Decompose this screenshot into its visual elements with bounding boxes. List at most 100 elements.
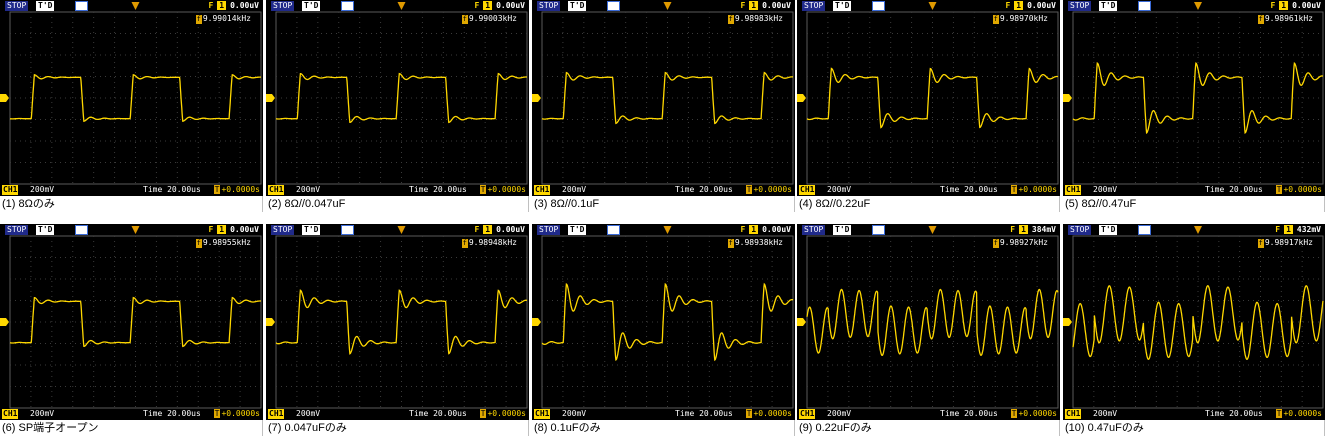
frequency-readout: f 9.98983kHz — [727, 14, 783, 24]
trigger-info: F 1 0.00uV — [740, 225, 791, 235]
panel-caption: (4) 8Ω//0.22uF — [797, 196, 1060, 212]
panel-caption: (9) 0.22uFのみ — [797, 420, 1060, 436]
frequency-icon: f — [195, 239, 202, 248]
ground-marker-icon — [0, 94, 9, 102]
time-offset-icon: T — [1275, 185, 1283, 194]
frequency-readout: f 9.99003kHz — [461, 14, 517, 24]
panel-caption: (5) 8Ω//0.47uF — [1063, 196, 1325, 212]
trigger-mode: T'D — [1099, 225, 1118, 235]
frequency-value: 9.99014kHz — [202, 14, 251, 23]
volts-per-div: 200mV — [30, 185, 55, 194]
trigger-info: F 1 0.00uV — [208, 1, 259, 11]
scope-screen: STOP T'D F 1 0.00uV f 9.98938kHz CH1 200mV Time 2… — [532, 224, 795, 420]
volts-per-div: 200mV — [1093, 409, 1118, 418]
scope-settings-bar: CH1 200mV Time 20.00us T +0.0000s — [797, 184, 1060, 196]
time-offset-icon: T — [745, 409, 753, 418]
scope-panel: STOP T'D F 1 0.00uV f 9.98955kHz CH1 200mV Time 2… — [0, 224, 263, 440]
frequency-icon: f — [461, 15, 468, 24]
trigger-edge-icon: F — [1005, 1, 1011, 10]
trigger-info: F 1 0.00uV — [1270, 1, 1321, 11]
scope-panel: STOP T'D F 1 0.00uV f 9.98970kHz CH1 200mV Time 2… — [797, 0, 1060, 216]
time-offset-icon: T — [479, 185, 487, 194]
time-offset-value: +0.0000s — [487, 185, 526, 194]
time-offset-value: +0.0000s — [1018, 185, 1057, 194]
ground-marker-icon — [797, 94, 806, 102]
time-offset-value: +0.0000s — [1283, 185, 1322, 194]
scope-status-bar: STOP T'D F 1 0.00uV — [797, 0, 1060, 12]
status-badge: STOP — [271, 225, 295, 235]
channel-label: CH1 — [268, 185, 285, 195]
trigger-info: F 1 384mV — [1010, 225, 1056, 235]
waveform-plot — [797, 226, 1059, 409]
frequency-icon: f — [195, 15, 202, 24]
trigger-level: 0.00uV — [496, 225, 525, 234]
panel-caption: (6) SP端子オープン — [0, 420, 263, 436]
frequency-readout: f 9.98970kHz — [992, 14, 1048, 24]
trigger-channel-icon: 1 — [483, 1, 493, 10]
frequency-icon: f — [727, 239, 734, 248]
trigger-edge-icon: F — [740, 1, 746, 10]
frequency-readout: f 9.98917kHz — [1257, 238, 1313, 248]
trigger-level: 0.00uV — [496, 1, 525, 10]
battery-icon — [872, 225, 885, 235]
time-offset: T +0.0000s — [745, 185, 792, 195]
time-per-div: Time 20.00us — [409, 185, 467, 194]
status-badge: STOP — [537, 225, 561, 235]
status-badge: STOP — [1068, 225, 1092, 235]
time-offset-value: +0.0000s — [221, 409, 260, 418]
scope-status-bar: STOP T'D F 1 0.00uV — [532, 0, 795, 12]
frequency-readout: f 9.98955kHz — [195, 238, 251, 248]
battery-icon — [872, 1, 885, 11]
time-per-div: Time 20.00us — [940, 185, 998, 194]
time-offset: T +0.0000s — [479, 409, 526, 419]
volts-per-div: 200mV — [827, 185, 852, 194]
time-offset-value: +0.0000s — [753, 185, 792, 194]
scope-screen: STOP T'D F 1 432mV f 9.98917kHz CH1 200mV Time 20… — [1063, 224, 1325, 420]
waveform-plot — [532, 2, 794, 185]
scope-panel: STOP T'D F 1 0.00uV f 9.98938kHz CH1 200mV Time 2… — [532, 224, 795, 440]
frequency-icon: f — [1257, 15, 1264, 24]
waveform-plot — [266, 2, 528, 185]
trigger-mode: T'D — [833, 1, 852, 11]
scope-settings-bar: CH1 200mV Time 20.00us T +0.0000s — [266, 408, 529, 420]
scope-settings-bar: CH1 200mV Time 20.00us T +0.0000s — [0, 408, 263, 420]
channel-label: CH1 — [2, 409, 19, 419]
volts-per-div: 200mV — [1093, 185, 1118, 194]
trigger-level: 0.00uV — [762, 225, 791, 234]
trigger-channel-icon: 1 — [1014, 1, 1024, 10]
frequency-value: 9.98983kHz — [734, 14, 783, 23]
channel-label: CH1 — [1065, 185, 1082, 195]
trigger-level: 0.00uV — [1292, 1, 1321, 10]
ground-marker-icon — [532, 318, 541, 326]
time-offset-icon: T — [479, 409, 487, 418]
trigger-edge-icon: F — [740, 225, 746, 234]
trigger-mode: T'D — [302, 1, 321, 11]
time-offset-value: +0.0000s — [221, 185, 260, 194]
trigger-edge-icon: F — [1270, 1, 1276, 10]
time-offset-value: +0.0000s — [753, 409, 792, 418]
scope-settings-bar: CH1 200mV Time 20.00us T +0.0000s — [1063, 408, 1325, 420]
channel-label: CH1 — [1065, 409, 1082, 419]
time-offset: T +0.0000s — [1010, 409, 1057, 419]
trigger-edge-icon: F — [1275, 225, 1281, 234]
time-offset: T +0.0000s — [1010, 185, 1057, 195]
scope-panel: STOP T'D F 1 0.00uV f 9.99003kHz CH1 200mV Time 2… — [266, 0, 529, 216]
trigger-info: F 1 0.00uV — [474, 225, 525, 235]
ground-marker-icon — [0, 318, 9, 326]
waveform-plot — [0, 226, 262, 409]
time-offset-value: +0.0000s — [487, 409, 526, 418]
trigger-info: F 1 0.00uV — [740, 1, 791, 11]
status-badge: STOP — [802, 225, 826, 235]
trigger-mode: T'D — [833, 225, 852, 235]
frequency-icon: f — [727, 15, 734, 24]
scope-screen: STOP T'D F 1 0.00uV f 9.98961kHz CH1 200mV Time 2… — [1063, 0, 1325, 196]
battery-icon — [75, 1, 88, 11]
trigger-channel-icon: 1 — [217, 225, 227, 234]
volts-per-div: 200mV — [827, 409, 852, 418]
scope-screen: STOP T'D F 1 384mV f 9.98927kHz CH1 200mV Time 20… — [797, 224, 1060, 420]
panel-caption: (2) 8Ω//0.047uF — [266, 196, 529, 212]
volts-per-div: 200mV — [562, 409, 587, 418]
channel-label: CH1 — [799, 409, 816, 419]
trigger-channel-icon: 1 — [483, 225, 493, 234]
scope-settings-bar: CH1 200mV Time 20.00us T +0.0000s — [532, 184, 795, 196]
